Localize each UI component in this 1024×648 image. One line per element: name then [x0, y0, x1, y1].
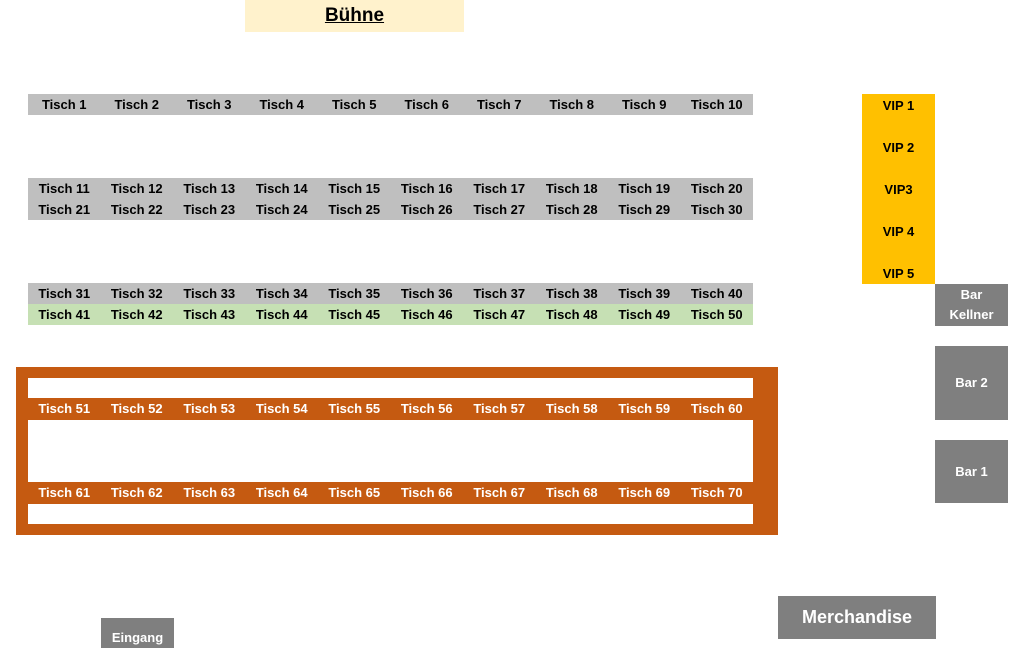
table-seat[interactable]: Tisch 59	[608, 398, 681, 419]
table-seat[interactable]: Tisch 6	[391, 94, 464, 115]
table-seat[interactable]: Tisch 68	[536, 482, 609, 503]
frame-strip-bottom	[28, 504, 753, 524]
table-seat[interactable]: Tisch 2	[101, 94, 174, 115]
table-seat[interactable]: Tisch 45	[318, 304, 391, 325]
stage-label: Bühne	[324, 5, 385, 26]
table-seat[interactable]: Tisch 15	[318, 178, 391, 199]
table-seat[interactable]: Tisch 19	[608, 178, 681, 199]
table-seat[interactable]: Tisch 34	[246, 283, 319, 304]
vip-table[interactable]: VIP3	[862, 182, 935, 197]
table-seat[interactable]: Tisch 66	[391, 482, 464, 503]
table-seat[interactable]: Tisch 33	[173, 283, 246, 304]
table-seat[interactable]: Tisch 23	[173, 199, 246, 220]
table-seat[interactable]: Tisch 24	[246, 199, 319, 220]
table-seat[interactable]: Tisch 38	[536, 283, 609, 304]
table-seat[interactable]: Tisch 47	[463, 304, 536, 325]
table-seat[interactable]: Tisch 12	[101, 178, 174, 199]
table-seat[interactable]: Tisch 42	[101, 304, 174, 325]
table-seat[interactable]: Tisch 53	[173, 398, 246, 419]
table-seat[interactable]: Tisch 14	[246, 178, 319, 199]
bar-waiter: Bar Kellner	[935, 284, 1008, 326]
table-row-4: Tisch 31 Tisch 32 Tisch 33 Tisch 34 Tisch 35…	[28, 283, 753, 304]
table-seat[interactable]: Tisch 52	[101, 398, 174, 419]
table-seat[interactable]: Tisch 63	[173, 482, 246, 503]
table-seat[interactable]: Tisch 27	[463, 199, 536, 220]
reserved-block-frame	[16, 367, 778, 535]
table-seat[interactable]: Tisch 22	[101, 199, 174, 220]
vip-table[interactable]: VIP 4	[862, 224, 935, 239]
table-seat[interactable]: Tisch 4	[246, 94, 319, 115]
table-seat[interactable]: Tisch 20	[681, 178, 754, 199]
table-seat[interactable]: Tisch 21	[28, 199, 101, 220]
table-seat[interactable]: Tisch 30	[681, 199, 754, 220]
table-seat[interactable]: Tisch 29	[608, 199, 681, 220]
table-seat[interactable]: Tisch 56	[391, 398, 464, 419]
table-seat[interactable]: Tisch 58	[536, 398, 609, 419]
table-seat[interactable]: Tisch 57	[463, 398, 536, 419]
stage-area: Bühne	[245, 0, 464, 32]
table-seat[interactable]: Tisch 36	[391, 283, 464, 304]
table-row-3: Tisch 21 Tisch 22 Tisch 23 Tisch 24 Tisch 25…	[28, 199, 753, 220]
merchandise-stand: Merchandise	[778, 596, 936, 639]
table-seat[interactable]: Tisch 60	[681, 398, 754, 419]
table-seat[interactable]: Tisch 16	[391, 178, 464, 199]
table-row-1: Tisch 1 Tisch 2 Tisch 3 Tisch 4 Tisch 5 Tisch…	[28, 94, 753, 115]
table-seat[interactable]: Tisch 61	[28, 482, 101, 503]
table-seat[interactable]: Tisch 40	[681, 283, 754, 304]
table-seat[interactable]: Tisch 26	[391, 199, 464, 220]
table-seat[interactable]: Tisch 17	[463, 178, 536, 199]
vip-table[interactable]: VIP 1	[862, 98, 935, 113]
table-row-2: Tisch 11 Tisch 12 Tisch 13 Tisch 14 Tisch 15…	[28, 178, 753, 199]
table-seat[interactable]: Tisch 13	[173, 178, 246, 199]
table-seat[interactable]: Tisch 8	[536, 94, 609, 115]
table-seat[interactable]: Tisch 55	[318, 398, 391, 419]
table-seat[interactable]: Tisch 25	[318, 199, 391, 220]
table-seat[interactable]: Tisch 32	[101, 283, 174, 304]
table-seat[interactable]: Tisch 70	[681, 482, 754, 503]
table-seat[interactable]: Tisch 65	[318, 482, 391, 503]
table-seat[interactable]: Tisch 39	[608, 283, 681, 304]
bar-1: Bar 1	[935, 440, 1008, 503]
table-seat[interactable]: Tisch 7	[463, 94, 536, 115]
table-seat[interactable]: Tisch 18	[536, 178, 609, 199]
table-seat[interactable]: Tisch 50	[681, 304, 754, 325]
entrance: Eingang	[101, 618, 174, 648]
table-seat[interactable]: Tisch 44	[246, 304, 319, 325]
vip-table[interactable]: VIP 5	[862, 266, 935, 281]
table-seat[interactable]: Tisch 48	[536, 304, 609, 325]
table-seat[interactable]: Tisch 54	[246, 398, 319, 419]
table-seat[interactable]: Tisch 67	[463, 482, 536, 503]
table-seat[interactable]: Tisch 43	[173, 304, 246, 325]
frame-strip-middle	[28, 420, 753, 482]
table-seat[interactable]: Tisch 41	[28, 304, 101, 325]
table-seat[interactable]: Tisch 10	[681, 94, 754, 115]
frame-strip-top	[28, 378, 753, 398]
table-seat[interactable]: Tisch 1	[28, 94, 101, 115]
table-seat[interactable]: Tisch 3	[173, 94, 246, 115]
table-seat[interactable]: Tisch 62	[101, 482, 174, 503]
table-row-7: Tisch 61 Tisch 62 Tisch 63 Tisch 64 Tisch 65…	[28, 482, 753, 503]
vip-area: VIP 1 VIP 2 VIP3 VIP 4 VIP 5	[862, 94, 935, 284]
table-seat[interactable]: Tisch 5	[318, 94, 391, 115]
table-row-5: Tisch 41 Tisch 42 Tisch 43 Tisch 44 Tisch 45…	[28, 304, 753, 325]
table-seat[interactable]: Tisch 37	[463, 283, 536, 304]
table-seat[interactable]: Tisch 35	[318, 283, 391, 304]
table-seat[interactable]: Tisch 31	[28, 283, 101, 304]
table-seat[interactable]: Tisch 11	[28, 178, 101, 199]
table-seat[interactable]: Tisch 69	[608, 482, 681, 503]
table-row-6: Tisch 51 Tisch 52 Tisch 53 Tisch 54 Tisch 55…	[28, 398, 753, 419]
vip-table[interactable]: VIP 2	[862, 140, 935, 155]
table-seat[interactable]: Tisch 9	[608, 94, 681, 115]
table-seat[interactable]: Tisch 51	[28, 398, 101, 419]
bar-2: Bar 2	[935, 346, 1008, 420]
table-seat[interactable]: Tisch 46	[391, 304, 464, 325]
table-seat[interactable]: Tisch 28	[536, 199, 609, 220]
table-seat[interactable]: Tisch 64	[246, 482, 319, 503]
table-seat[interactable]: Tisch 49	[608, 304, 681, 325]
